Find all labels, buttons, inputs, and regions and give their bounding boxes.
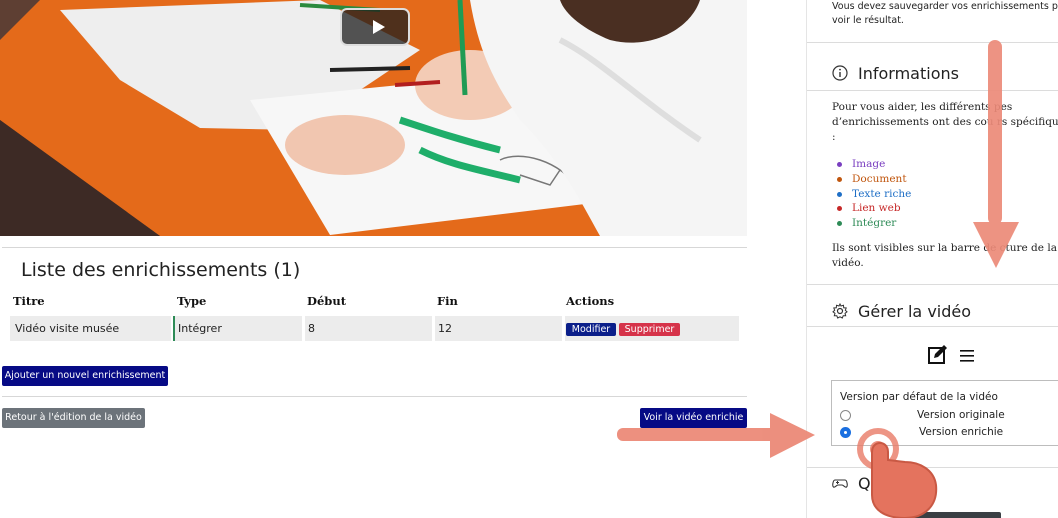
cell-titre: Vidéo visite musée (15, 322, 120, 335)
column-header-fin: Fin (437, 294, 458, 308)
back-to-edit-button[interactable]: Retour à l'édition de la vidéo (2, 408, 145, 428)
table-cell-bg (305, 316, 432, 341)
visible-text: Ils sont visibles sur la barre de cture … (832, 242, 1057, 269)
column-header-type: Type (177, 294, 207, 308)
divider (807, 467, 1058, 468)
cell-debut: 8 (308, 322, 315, 335)
default-version-group: Version par défaut de la vidéo Version o… (831, 380, 1058, 446)
column-header-actions: Actions (566, 294, 615, 308)
legend-item-embed: Intégrer (834, 216, 911, 231)
menu-icon[interactable] (960, 348, 976, 364)
save-notice: Vous devez sauvegarder vos enrichissemen… (832, 1, 1058, 26)
divider (2, 247, 747, 248)
gamepad-icon (832, 479, 848, 488)
view-enriched-video-button[interactable]: Voir la vidéo enrichie (640, 408, 747, 428)
info-text: Pour vous aider, les différents pes d’en… (832, 101, 1058, 143)
radio-original[interactable] (840, 410, 851, 421)
delete-button[interactable]: Supprimer (619, 323, 680, 336)
cell-type: Intégrer (178, 322, 222, 335)
info-icon (832, 65, 848, 81)
quiz-button[interactable] (905, 512, 1001, 518)
version-label: Version par défaut de la vidéo (840, 391, 998, 403)
sidebar: Vous devez sauvegarder vos enrichissemen… (806, 0, 1058, 518)
add-enrichment-button[interactable]: Ajouter un nouvel enrichissement (2, 366, 168, 386)
cell-fin: 12 (438, 322, 452, 335)
edit-icon[interactable] (927, 344, 949, 366)
option-original-label: Version originale (917, 409, 1005, 421)
modify-button[interactable]: Modifier (566, 323, 616, 336)
column-header-debut: Début (307, 294, 347, 308)
divider (807, 90, 1058, 91)
divider (807, 326, 1058, 327)
legend-item-image: Image (834, 157, 911, 172)
type-legend: Image Document Texte riche Lien web Inté… (834, 157, 911, 231)
column-header-titre: Titre (13, 294, 45, 308)
video-player[interactable] (0, 0, 747, 236)
type-color-indicator (173, 316, 175, 341)
info-heading: Informations (832, 64, 959, 83)
table-cell-bg (435, 316, 562, 341)
divider (2, 396, 747, 397)
quiz-heading: Qu (832, 474, 881, 493)
legend-item-rich-text: Texte riche (834, 187, 911, 202)
play-button[interactable] (340, 8, 410, 46)
gear-icon (832, 303, 848, 319)
manage-heading: Gérer la vidéo (832, 302, 971, 321)
quiz-title: Qu (858, 474, 881, 493)
option-enriched-label: Version enrichie (919, 426, 1004, 438)
info-title: Informations (858, 64, 959, 83)
legend-item-document: Document (834, 172, 911, 187)
manage-title: Gérer la vidéo (858, 302, 972, 321)
list-title: Liste des enrichissements (1) (21, 259, 301, 281)
legend-item-web-link: Lien web (834, 201, 911, 216)
divider (807, 42, 1058, 43)
divider (807, 284, 1058, 285)
radio-enriched[interactable] (840, 427, 851, 438)
